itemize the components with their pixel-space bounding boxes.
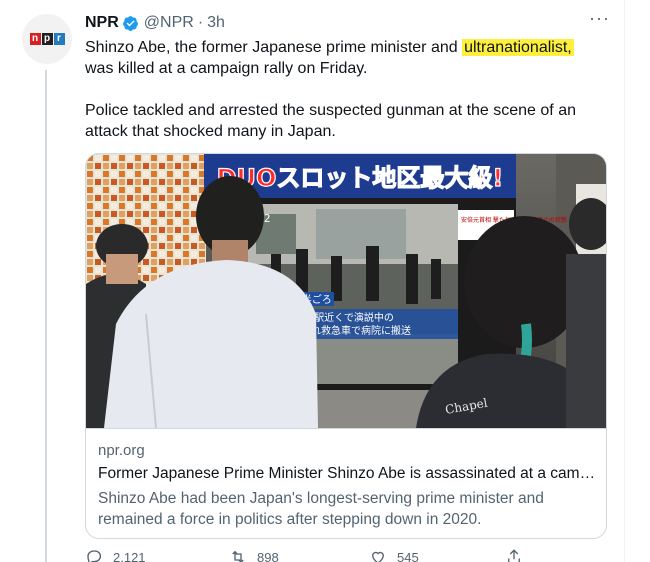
highlighted-word: ultranationalist,	[462, 39, 574, 56]
tweet-header: NPR @NPR · 3h	[85, 12, 225, 34]
tweet[interactable]: n p r NPR @NPR · 3h ··· Shinzo Abe, the …	[0, 0, 650, 562]
link-card[interactable]: DUOスロット地区最大級! 0:12	[85, 153, 607, 539]
share-button[interactable]	[505, 548, 523, 562]
thread-line	[45, 70, 47, 562]
reply-count: 2,121	[113, 549, 146, 562]
separator-dot: ·	[197, 14, 204, 31]
tweet-text-part: Shinzo Abe, the former Japanese prime mi…	[85, 39, 463, 56]
logo-letter-n: n	[29, 33, 41, 45]
tweet-paragraph-2: Police tackled and arrested the suspecte…	[85, 102, 576, 140]
author-handle[interactable]: @NPR	[144, 14, 194, 32]
banner-text: DUOスロット地区最大級!	[217, 164, 504, 192]
card-domain[interactable]: npr.org	[98, 442, 145, 459]
avatar[interactable]: n p r	[22, 14, 72, 64]
action-bar: 2,121 898 545	[85, 548, 605, 562]
more-options-icon[interactable]: ···	[589, 9, 609, 32]
retweet-button[interactable]: 898	[229, 548, 279, 562]
logo-letter-p: p	[41, 33, 53, 45]
reply-button[interactable]: 2,121	[85, 548, 146, 562]
logo-letter-r: r	[53, 33, 65, 45]
card-description: Shinzo Abe had been Japan's longest-serv…	[98, 490, 544, 528]
tweet-time[interactable]: 3h	[207, 14, 225, 32]
news-photo-illustration: DUOスロット地区最大級! 0:12	[86, 154, 606, 428]
heart-icon	[372, 551, 384, 562]
author-name[interactable]: NPR	[85, 14, 119, 32]
npr-logo: n p r	[29, 33, 65, 45]
card-image[interactable]: DUOスロット地区最大級! 0:12	[86, 154, 606, 428]
reply-icon	[87, 550, 102, 562]
share-icon	[508, 549, 520, 562]
tweet-paragraph-1: Shinzo Abe, the former Japanese prime mi…	[85, 37, 605, 79]
retweet-icon	[232, 550, 244, 562]
verified-badge-icon	[122, 15, 138, 31]
like-count: 545	[397, 549, 419, 562]
column-border	[624, 0, 625, 562]
card-meta[interactable]: npr.org Former Japanese Prime Minister S…	[86, 428, 606, 538]
tweet-text-part: was killed at a campaign rally on Friday…	[85, 60, 368, 77]
like-button[interactable]: 545	[369, 548, 419, 562]
card-title[interactable]: Former Japanese Prime Minister Shinzo Ab…	[98, 465, 598, 483]
retweet-count: 898	[257, 549, 279, 562]
